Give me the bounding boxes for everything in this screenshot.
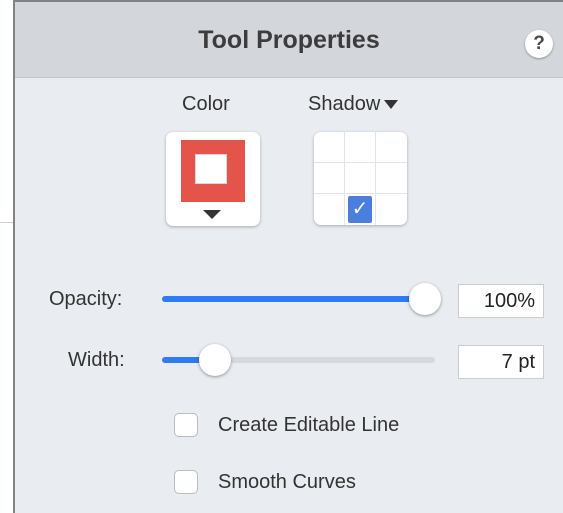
- opacity-field[interactable]: 100%: [458, 284, 544, 318]
- width-label: Width:: [68, 349, 125, 371]
- width-slider-knob[interactable]: [199, 344, 231, 376]
- create-editable-line-label: Create Editable Line: [218, 413, 400, 436]
- opacity-slider[interactable]: [162, 296, 435, 302]
- checkmark-icon: ✓: [348, 196, 372, 223]
- shadow-cell-bottom-right[interactable]: [376, 194, 407, 225]
- create-editable-line-checkbox[interactable]: [174, 413, 198, 437]
- caret-down-icon: [384, 100, 399, 109]
- create-editable-line-option[interactable]: Create Editable Line: [174, 413, 399, 437]
- shadow-cell-bottom-center[interactable]: ✓: [345, 194, 376, 225]
- shadow-position-grid[interactable]: ✓: [314, 132, 407, 225]
- width-field[interactable]: 7 pt: [458, 345, 544, 379]
- color-label: Color: [182, 93, 230, 115]
- opacity-slider-knob[interactable]: [409, 283, 441, 315]
- smooth-curves-option[interactable]: Smooth Curves: [174, 470, 356, 494]
- panel-header: Tool Properties ?: [15, 0, 563, 78]
- shadow-cell-top-right[interactable]: [376, 132, 407, 163]
- smooth-curves-checkbox[interactable]: [174, 470, 198, 494]
- panel-title: Tool Properties: [198, 26, 380, 54]
- caret-down-icon: [203, 210, 221, 219]
- opacity-slider-fill: [162, 296, 425, 302]
- opacity-label: Opacity:: [49, 288, 123, 310]
- help-button[interactable]: ?: [525, 30, 553, 58]
- color-swatch-inner: [195, 154, 227, 184]
- smooth-curves-label: Smooth Curves: [218, 470, 356, 493]
- shadow-cell-middle-right[interactable]: [376, 163, 407, 194]
- shadow-cell-top-left[interactable]: [314, 132, 345, 163]
- shadow-cell-middle-left[interactable]: [314, 163, 345, 194]
- shadow-cell-middle-center[interactable]: [345, 163, 376, 194]
- shadow-label: Shadow: [308, 93, 381, 115]
- shadow-cell-bottom-left[interactable]: [314, 194, 345, 225]
- shadow-cell-top-center[interactable]: [345, 132, 376, 163]
- background-window-strip: [0, 0, 14, 513]
- color-picker-button[interactable]: [166, 132, 260, 226]
- shadow-dropdown[interactable]: Shadow: [308, 93, 399, 116]
- color-swatch: [181, 140, 245, 202]
